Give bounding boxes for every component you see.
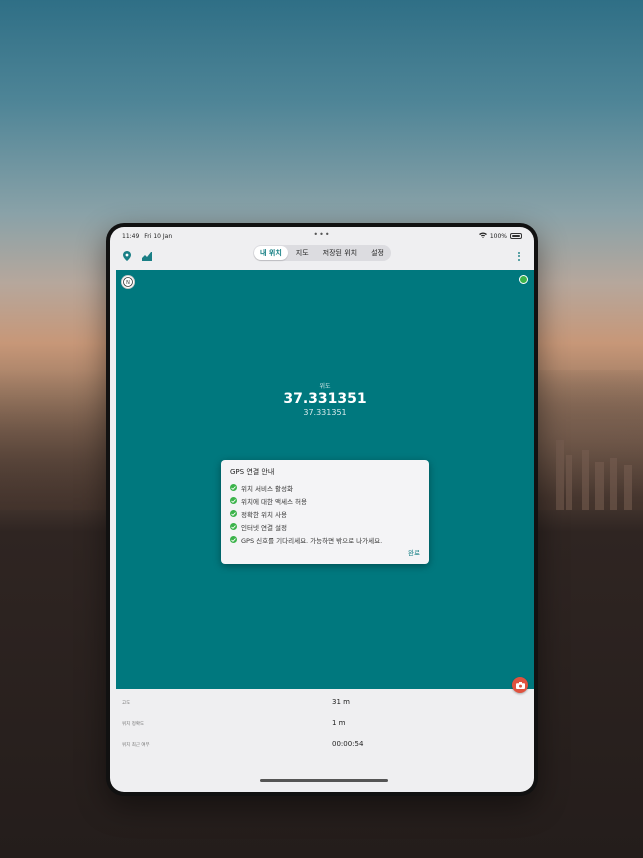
- dialog-item-text: 위치 서비스 활성화: [241, 484, 293, 493]
- dialog-item: 정확한 위치 사용: [230, 507, 420, 520]
- latitude-value: 37.331351: [283, 391, 367, 407]
- dialog-title: GPS 연결 안내: [230, 468, 275, 476]
- dialog-item: 위치 서비스 활성화: [230, 481, 420, 494]
- check-circle-icon: [230, 523, 237, 530]
- pin-icon[interactable]: [120, 249, 134, 263]
- dialog-item-text: 위치에 대한 액세스 허용: [241, 497, 307, 506]
- info-value: 00:00:54: [332, 740, 364, 748]
- info-label: 위치 정확도: [122, 722, 145, 727]
- dialog-item-text: 인터넷 연결 설정: [241, 523, 287, 532]
- dialog-item: GPS 신호를 기다리세요. 가능하면 밖으로 나가세요.: [230, 533, 420, 546]
- info-value: 31 m: [332, 698, 350, 706]
- camera-icon[interactable]: [512, 677, 528, 693]
- top-toolbar: 내 위치 지도 저장된 위치 설정: [110, 245, 534, 267]
- dialog-item: 위치에 대한 액세스 허용: [230, 494, 420, 507]
- status-date: Fri 10 Jan: [144, 232, 173, 240]
- info-row: 고도 31 m: [110, 693, 534, 714]
- info-label: 고도: [122, 701, 131, 706]
- svg-text:N: N: [126, 280, 130, 286]
- dialog-item: 인터넷 연결 설정: [230, 520, 420, 533]
- check-circle-icon: [230, 536, 237, 543]
- latitude-label: 위도: [319, 383, 331, 390]
- latitude-sub-value: 37.331351: [303, 408, 347, 417]
- dialog-item-text: GPS 신호를 기다리세요. 가능하면 밖으로 나가세요.: [241, 536, 383, 545]
- tab-settings[interactable]: 설정: [365, 246, 390, 260]
- compass-icon[interactable]: N: [121, 275, 135, 289]
- check-circle-icon: [230, 510, 237, 517]
- dialog-item-text: 정확한 위치 사용: [241, 510, 287, 519]
- info-label: 위치 최근 여부: [122, 743, 150, 748]
- app-screen: 11:49 Fri 10 Jan ••• 100% 내 위치 지도 저장된 위치…: [110, 227, 534, 792]
- battery-percent: 100%: [489, 232, 507, 240]
- info-row: 위치 최근 여부 00:00:54: [110, 735, 534, 756]
- tab-saved-locations[interactable]: 저장된 위치: [317, 246, 363, 260]
- check-circle-icon: [230, 497, 237, 504]
- gps-guide-dialog: GPS 연결 안내 위치 서비스 활성화 위치에 대한 액세스 허용 정확한 위…: [221, 460, 429, 564]
- altitude-chart-icon[interactable]: [140, 249, 154, 263]
- ipad-device: 11:49 Fri 10 Jan ••• 100% 내 위치 지도 저장된 위치…: [106, 223, 538, 796]
- home-indicator[interactable]: [260, 779, 388, 782]
- latitude-display: 위도 37.331351 37.331351: [116, 381, 534, 417]
- wifi-icon: [478, 232, 487, 240]
- multitask-dots[interactable]: •••: [313, 230, 330, 239]
- info-list: 고도 31 m 위치 정확도 1 m 위치 최근 여부 00:00:54: [110, 693, 534, 756]
- status-bar: 11:49 Fri 10 Jan ••• 100%: [110, 227, 534, 245]
- gps-status-indicator: [519, 275, 528, 284]
- dialog-done-button[interactable]: 완료: [408, 547, 420, 557]
- tab-segmented-control: 내 위치 지도 저장된 위치 설정: [253, 245, 391, 261]
- tab-my-location[interactable]: 내 위치: [254, 246, 288, 260]
- check-circle-icon: [230, 484, 237, 491]
- status-time: 11:49: [122, 232, 140, 240]
- battery-icon: [510, 233, 522, 239]
- info-row: 위치 정확도 1 m: [110, 714, 534, 735]
- more-vertical-icon[interactable]: [514, 251, 524, 261]
- info-value: 1 m: [332, 719, 346, 727]
- tab-map[interactable]: 지도: [290, 246, 315, 260]
